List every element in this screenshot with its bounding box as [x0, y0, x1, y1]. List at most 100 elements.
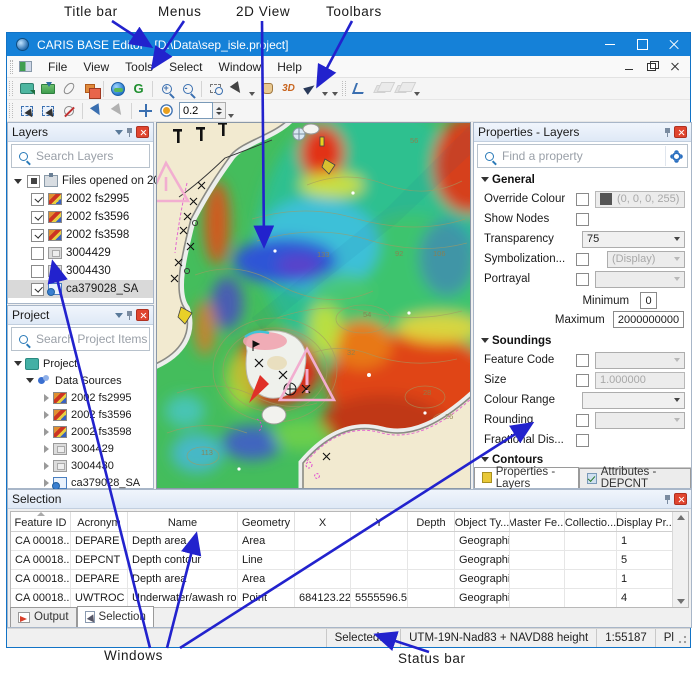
tolerance-input[interactable]	[179, 102, 213, 119]
column-header-display-pr-[interactable]: Display Pr...	[617, 512, 675, 531]
table-vertical-scrollbar[interactable]	[672, 512, 688, 607]
tab-attributes-depcnt[interactable]: Attributes - DEPCNT	[579, 468, 691, 488]
project-pin-icon[interactable]	[127, 311, 132, 320]
feature-code-dropdown[interactable]	[595, 352, 685, 369]
properties-close-icon[interactable]	[674, 126, 687, 138]
open-dataset-button[interactable]	[37, 79, 58, 99]
rounding-checkbox[interactable]	[576, 414, 589, 427]
select-rectangle-button[interactable]	[16, 101, 37, 121]
layer-item[interactable]: 2002 fs3598	[8, 226, 153, 244]
layer-item[interactable]: 2002 fs2995	[8, 190, 153, 208]
flythrough-dropdown[interactable]	[320, 79, 330, 99]
menu-tools[interactable]: Tools	[117, 57, 161, 77]
layer-item[interactable]: 3004429	[8, 244, 153, 262]
project-close-icon[interactable]	[136, 309, 149, 321]
tab-selection[interactable]: Selection	[77, 606, 154, 627]
expander-closed-icon[interactable]	[40, 394, 52, 402]
expander-closed-icon[interactable]	[40, 445, 52, 453]
properties-panel-titlebar[interactable]: Properties - Layers	[474, 123, 691, 142]
project-search-input[interactable]	[34, 331, 149, 347]
zoom-out-button[interactable]: -	[177, 79, 198, 99]
status-crs[interactable]: UTM-19N-Nad83 + NAVD88 height	[400, 629, 596, 647]
column-header-y[interactable]: Y	[351, 512, 408, 531]
pan-button[interactable]	[257, 79, 278, 99]
toolbar1-overflow[interactable]	[330, 79, 340, 99]
portrayal-checkbox[interactable]	[576, 273, 589, 286]
menu-window[interactable]: Window	[211, 57, 270, 77]
layers-panel-titlebar[interactable]: Layers	[8, 123, 153, 142]
tab-properties-layers[interactable]: Properties - Layers	[474, 467, 579, 488]
table-row[interactable]: CA 00018...DEPAREDepth areaAreaGeographi…	[11, 570, 688, 589]
layer-checkbox[interactable]	[31, 265, 44, 278]
layer-up-button[interactable]	[370, 79, 391, 99]
show-nodes-checkbox[interactable]	[576, 213, 589, 226]
size-checkbox[interactable]	[576, 374, 589, 387]
menu-select[interactable]: Select	[161, 57, 210, 77]
expander-open-icon[interactable]	[14, 179, 22, 184]
menu-view[interactable]: View	[75, 57, 117, 77]
import-button[interactable]	[16, 79, 37, 99]
size-field[interactable]: 1.000000	[595, 372, 685, 389]
expander-closed-icon[interactable]	[40, 462, 52, 470]
scroll-up-icon[interactable]	[677, 515, 685, 520]
layer-item[interactable]: ca379028_SA	[8, 280, 153, 298]
layers-root-checkbox[interactable]	[27, 175, 40, 188]
project-item[interactable]: 2002 fs3596	[8, 406, 153, 423]
project-item[interactable]: 2002 fs3598	[8, 423, 153, 440]
toolbar2-overflow[interactable]	[226, 101, 236, 121]
zoom-area-button[interactable]	[205, 79, 226, 99]
select-add-button[interactable]	[37, 101, 58, 121]
edit-cursor-button[interactable]	[107, 101, 128, 121]
tab-output[interactable]: Output	[10, 607, 77, 627]
mdi-close-button[interactable]	[669, 61, 682, 72]
project-item[interactable]: 3004430	[8, 457, 153, 474]
minimize-button[interactable]	[594, 33, 626, 56]
data-sources-item[interactable]: Data Sources	[8, 372, 153, 389]
minimum-scale-field[interactable]: 0	[640, 292, 656, 309]
layers-root-item[interactable]: Files opened on 201...	[8, 172, 153, 190]
menu-help[interactable]: Help	[269, 57, 310, 77]
zoom-in-button[interactable]: +	[156, 79, 177, 99]
symbolization-dropdown[interactable]: (Display)	[607, 251, 685, 268]
select-tool-button[interactable]	[226, 79, 247, 99]
properties-pin-icon[interactable]	[665, 128, 670, 137]
layer-checkbox[interactable]	[31, 193, 44, 206]
column-header-geometry[interactable]: Geometry	[238, 512, 295, 531]
layer-item[interactable]: 2002 fs3596	[8, 208, 153, 226]
menubar-grip[interactable]	[10, 60, 13, 74]
column-header-name[interactable]: Name	[128, 512, 238, 531]
column-header-master-fe-[interactable]: Master Fe...	[510, 512, 565, 531]
project-item[interactable]: 2002 fs2995	[8, 389, 153, 406]
maximize-button[interactable]	[626, 33, 658, 56]
colour-range-dropdown[interactable]	[582, 392, 685, 409]
snap-point-button[interactable]	[156, 101, 177, 121]
toolbar2-grip[interactable]	[9, 103, 13, 118]
mdi-restore-button[interactable]	[646, 61, 659, 72]
close-button[interactable]	[658, 33, 690, 56]
project-root-item[interactable]: Project	[8, 355, 153, 372]
property-search-input[interactable]	[500, 148, 665, 164]
layer-item[interactable]: 3004430	[8, 262, 153, 280]
selection-panel-titlebar[interactable]: Selection	[8, 490, 691, 509]
column-header-acronym[interactable]: Acronym	[71, 512, 128, 531]
menu-file[interactable]: File	[40, 57, 75, 77]
table-row[interactable]: CA 00018...DEPAREDepth areaAreaGeographi…	[11, 532, 688, 551]
map-2d-view[interactable]: 569210613354322826113	[156, 122, 471, 489]
layers-search-input[interactable]	[34, 148, 149, 164]
expander-closed-icon[interactable]	[40, 479, 52, 487]
layers-close-icon[interactable]	[136, 126, 149, 138]
project-panel-titlebar[interactable]: Project	[8, 306, 153, 325]
fractional-display-checkbox[interactable]	[576, 434, 589, 447]
move-feature-button[interactable]	[135, 101, 156, 121]
3d-view-button[interactable]: 3D	[278, 79, 299, 99]
scroll-down-icon[interactable]	[677, 599, 685, 604]
resize-grip[interactable]	[676, 634, 688, 646]
column-header-depth[interactable]: Depth	[408, 512, 455, 531]
portrayal-dropdown[interactable]	[595, 271, 685, 288]
toolbar-grip2[interactable]	[342, 81, 346, 96]
expander-closed-icon[interactable]	[40, 428, 52, 436]
section-general[interactable]: General	[474, 170, 691, 189]
section-soundings[interactable]: Soundings	[474, 331, 691, 350]
layer-checkbox[interactable]	[31, 211, 44, 224]
symbolization-checkbox[interactable]	[576, 253, 589, 266]
